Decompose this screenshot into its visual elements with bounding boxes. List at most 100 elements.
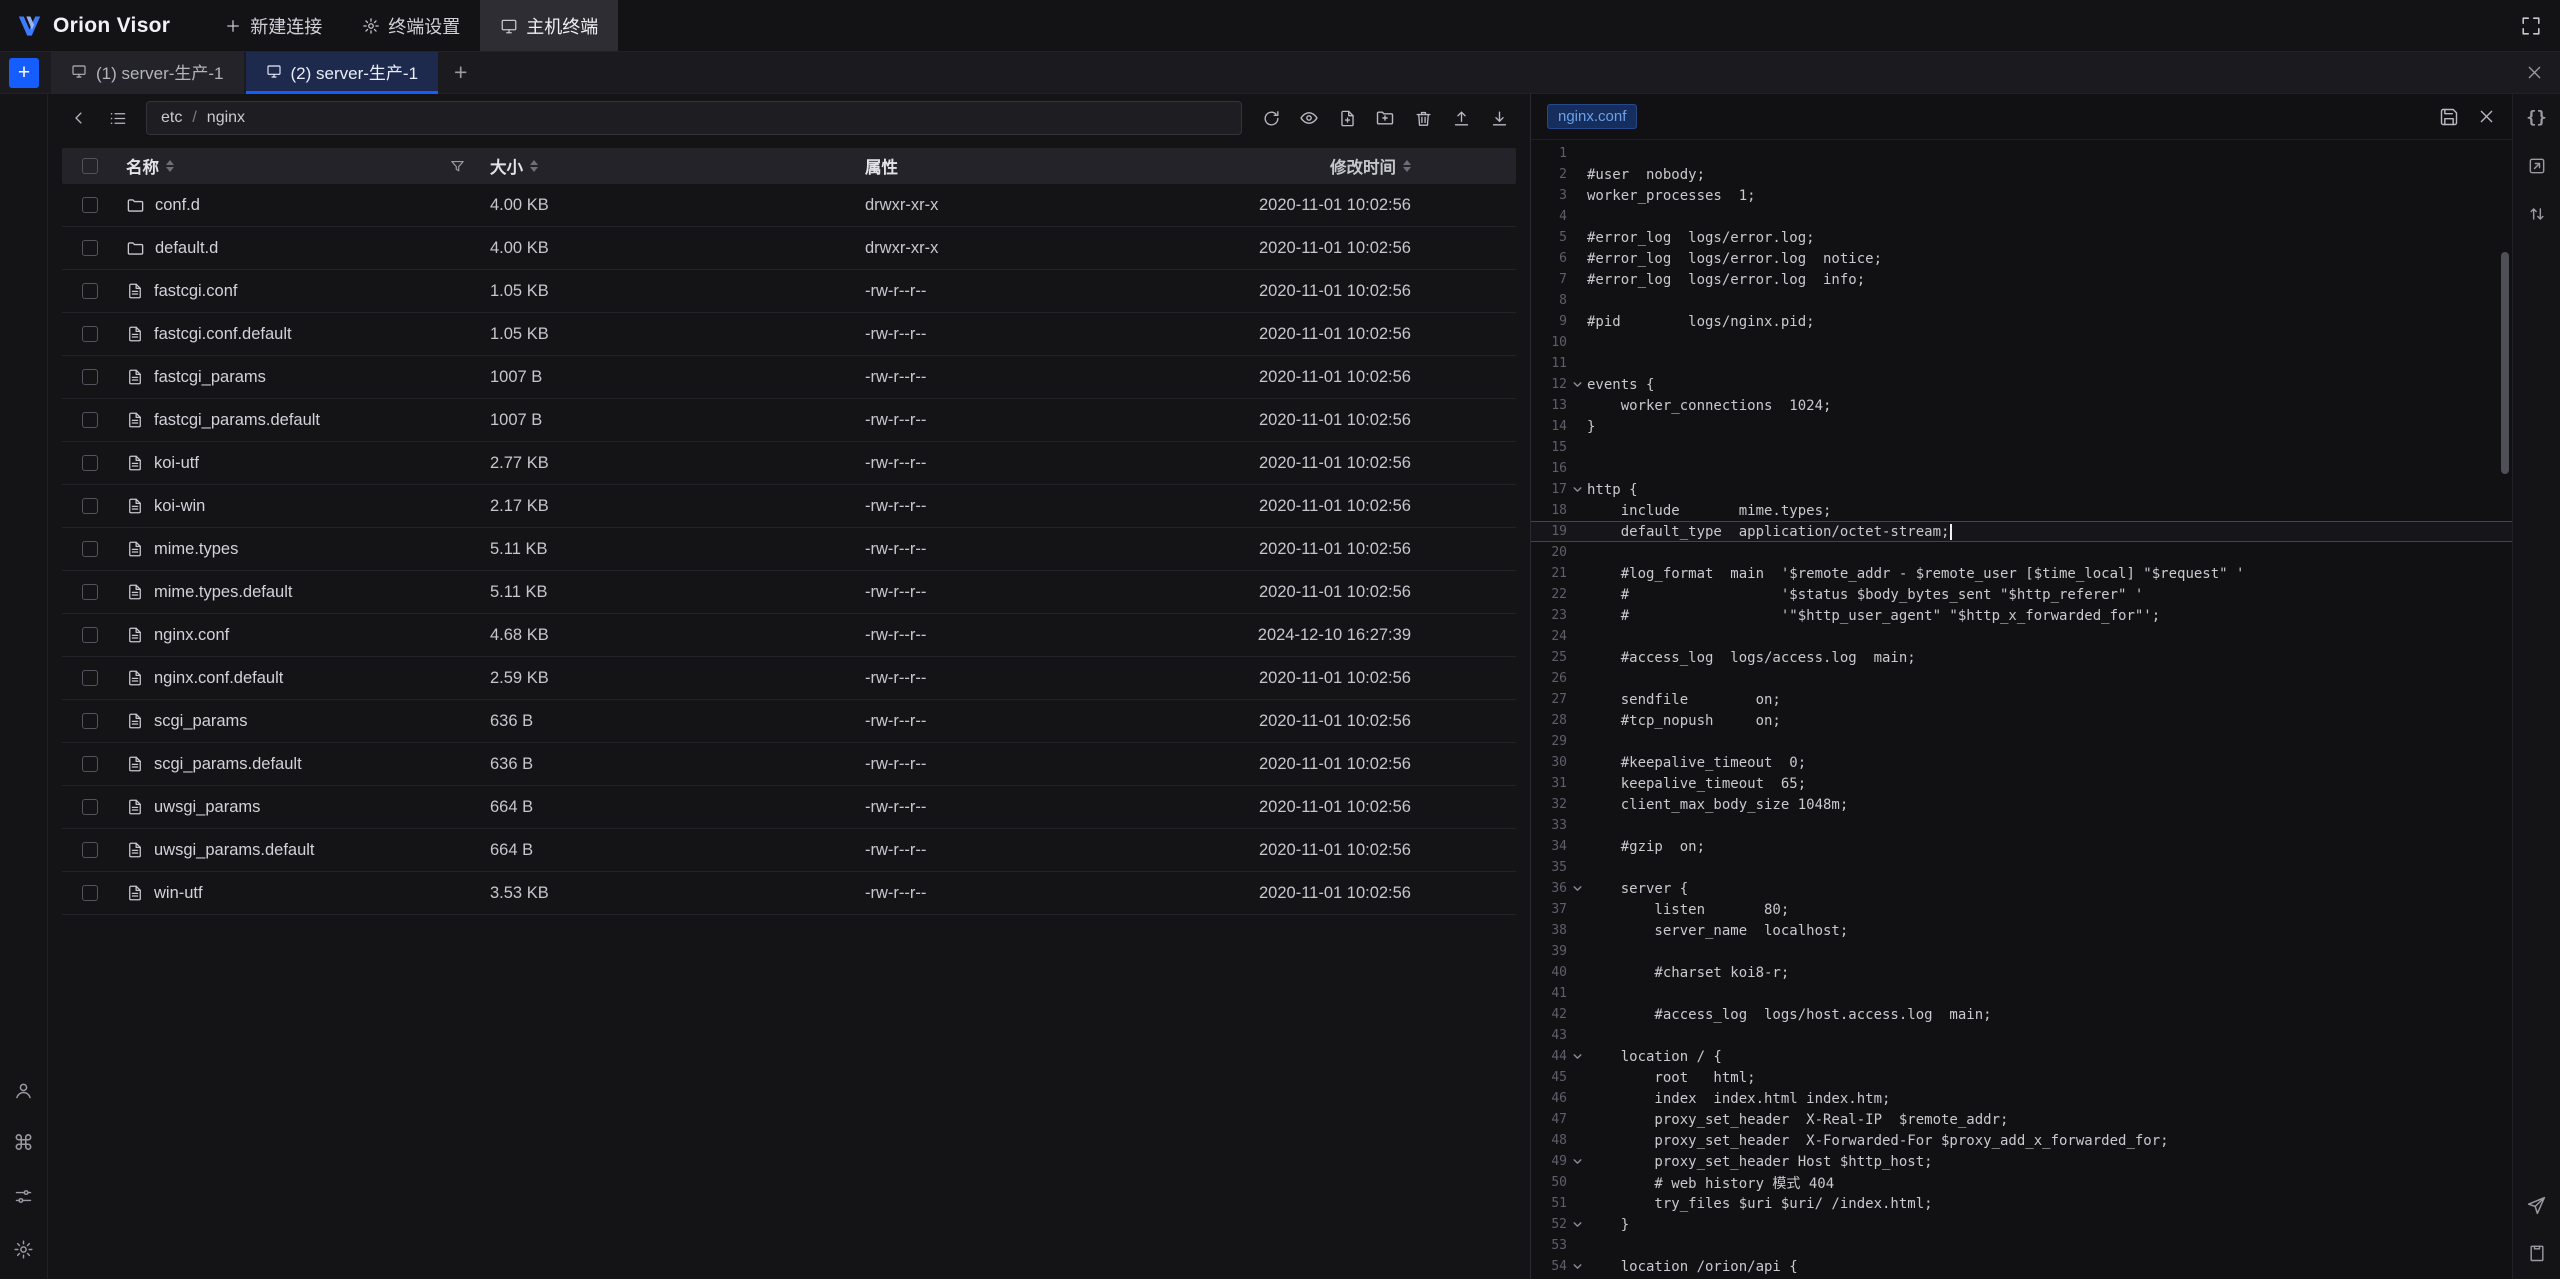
shortcut-keys-button[interactable]: ⌘ xyxy=(10,1129,38,1157)
code-line[interactable]: 1 xyxy=(1531,143,2512,164)
row-checkbox[interactable] xyxy=(82,885,98,901)
fold-chevron-icon[interactable] xyxy=(1567,484,1587,495)
code-line[interactable]: 31 keepalive_timeout 65; xyxy=(1531,773,2512,794)
row-checkbox[interactable] xyxy=(82,498,98,514)
table-row[interactable]: koi-utf2.77 KB-rw-r--r--2020-11-01 10:02… xyxy=(62,442,1516,485)
menu-terminal-settings[interactable]: 终端设置 xyxy=(342,0,480,51)
code-line[interactable]: 12events { xyxy=(1531,374,2512,395)
row-checkbox[interactable] xyxy=(82,240,98,256)
editor-scrollbar[interactable] xyxy=(2501,252,2509,474)
fold-chevron-icon[interactable] xyxy=(1567,1219,1587,1230)
column-header-size[interactable]: 大小 xyxy=(490,154,523,178)
sort-icon[interactable] xyxy=(530,160,538,172)
add-tab-button[interactable]: + xyxy=(440,59,481,86)
code-line[interactable]: 40 #charset koi8-r; xyxy=(1531,962,2512,983)
code-line[interactable]: 32 client_max_body_size 1048m; xyxy=(1531,794,2512,815)
table-row[interactable]: fastcgi_params.default1007 B-rw-r--r--20… xyxy=(62,399,1516,442)
file-name[interactable]: scgi_params.default xyxy=(154,755,302,774)
code-line[interactable]: 22 # '$status $body_bytes_sent "$http_re… xyxy=(1531,584,2512,605)
delete-button[interactable] xyxy=(1406,101,1440,135)
code-line[interactable]: 54 location /orion/api { xyxy=(1531,1256,2512,1277)
tab-server-1[interactable]: (1) server-生产-1 xyxy=(51,52,244,94)
code-line[interactable]: 44 location / { xyxy=(1531,1046,2512,1067)
code-line[interactable]: 39 xyxy=(1531,941,2512,962)
row-checkbox[interactable] xyxy=(82,326,98,342)
back-button[interactable] xyxy=(62,101,96,135)
show-hidden-button[interactable] xyxy=(1292,101,1326,135)
code-line[interactable]: 2#user nobody; xyxy=(1531,164,2512,185)
table-row[interactable]: default.d4.00 KBdrwxr-xr-x2020-11-01 10:… xyxy=(62,227,1516,270)
column-header-mtime[interactable]: 修改时间 xyxy=(1330,154,1396,178)
code-line[interactable]: 28 #tcp_nopush on; xyxy=(1531,710,2512,731)
file-name[interactable]: conf.d xyxy=(155,196,200,215)
code-line[interactable]: 5#error_log logs/error.log; xyxy=(1531,227,2512,248)
new-connection-button[interactable]: + xyxy=(9,58,39,88)
row-checkbox[interactable] xyxy=(82,283,98,299)
code-line[interactable]: 15 xyxy=(1531,437,2512,458)
code-line[interactable]: 27 sendfile on; xyxy=(1531,689,2512,710)
table-row[interactable]: fastcgi.conf1.05 KB-rw-r--r--2020-11-01 … xyxy=(62,270,1516,313)
code-line[interactable]: 14} xyxy=(1531,416,2512,437)
user-button[interactable] xyxy=(10,1076,38,1104)
file-name[interactable]: mime.types xyxy=(154,540,238,559)
code-line[interactable]: 35 xyxy=(1531,857,2512,878)
row-checkbox[interactable] xyxy=(82,842,98,858)
table-row[interactable]: mime.types.default5.11 KB-rw-r--r--2020-… xyxy=(62,571,1516,614)
file-name[interactable]: scgi_params xyxy=(154,712,248,731)
snippets-button[interactable]: {} xyxy=(2523,104,2551,132)
upload-button[interactable] xyxy=(1444,101,1478,135)
breadcrumb-segment[interactable]: etc xyxy=(161,109,182,127)
tabbar-close-button[interactable] xyxy=(2509,63,2560,82)
new-folder-button[interactable] xyxy=(1368,101,1402,135)
code-line[interactable]: 26 xyxy=(1531,668,2512,689)
code-line[interactable]: 43 xyxy=(1531,1025,2512,1046)
file-name[interactable]: nginx.conf xyxy=(154,626,229,645)
file-name[interactable]: koi-utf xyxy=(154,454,199,473)
menu-host-terminal[interactable]: 主机终端 xyxy=(480,0,618,51)
table-row[interactable]: uwsgi_params664 B-rw-r--r--2020-11-01 10… xyxy=(62,786,1516,829)
menu-new-connection[interactable]: 新建连接 xyxy=(204,0,342,51)
expand-panel-button[interactable] xyxy=(2523,152,2551,180)
preferences-button[interactable] xyxy=(10,1182,38,1210)
code-line[interactable]: 4 xyxy=(1531,206,2512,227)
send-command-button[interactable] xyxy=(2523,1191,2551,1219)
editor-close-button[interactable] xyxy=(2477,107,2496,126)
breadcrumb-segment[interactable]: nginx xyxy=(207,109,245,127)
row-checkbox[interactable] xyxy=(82,369,98,385)
code-line[interactable]: 46 index index.html index.htm; xyxy=(1531,1088,2512,1109)
row-checkbox[interactable] xyxy=(82,584,98,600)
file-name[interactable]: fastcgi_params.default xyxy=(154,411,320,430)
code-line[interactable]: 6#error_log logs/error.log notice; xyxy=(1531,248,2512,269)
table-row[interactable]: fastcgi_params1007 B-rw-r--r--2020-11-01… xyxy=(62,356,1516,399)
list-view-button[interactable] xyxy=(100,101,134,135)
table-row[interactable]: mime.types5.11 KB-rw-r--r--2020-11-01 10… xyxy=(62,528,1516,571)
code-line[interactable]: 42 #access_log logs/host.access.log main… xyxy=(1531,1004,2512,1025)
file-name[interactable]: uwsgi_params.default xyxy=(154,841,315,860)
code-line[interactable]: 8 xyxy=(1531,290,2512,311)
sort-icon[interactable] xyxy=(166,160,174,172)
table-row[interactable]: win-utf3.53 KB-rw-r--r--2020-11-01 10:02… xyxy=(62,872,1516,915)
code-line[interactable]: 21 #log_format main '$remote_addr - $rem… xyxy=(1531,563,2512,584)
row-checkbox[interactable] xyxy=(82,197,98,213)
code-line[interactable]: 24 xyxy=(1531,626,2512,647)
fold-chevron-icon[interactable] xyxy=(1567,1261,1587,1272)
code-line[interactable]: 48 proxy_set_header X-Forwarded-For $pro… xyxy=(1531,1130,2512,1151)
code-line[interactable]: 47 proxy_set_header X-Real-IP $remote_ad… xyxy=(1531,1109,2512,1130)
code-line[interactable]: 53 xyxy=(1531,1235,2512,1256)
fullscreen-icon[interactable] xyxy=(2520,15,2542,37)
fold-chevron-icon[interactable] xyxy=(1567,1156,1587,1167)
code-line[interactable]: 33 xyxy=(1531,815,2512,836)
file-name[interactable]: fastcgi_params xyxy=(154,368,266,387)
file-name[interactable]: uwsgi_params xyxy=(154,798,260,817)
save-button[interactable] xyxy=(2439,107,2459,127)
code-line[interactable]: 41 xyxy=(1531,983,2512,1004)
fold-chevron-icon[interactable] xyxy=(1567,1051,1587,1062)
code-line[interactable]: 3worker_processes 1; xyxy=(1531,185,2512,206)
breadcrumb[interactable]: etc / nginx xyxy=(146,101,1242,135)
code-line[interactable]: 20 xyxy=(1531,542,2512,563)
clipboard-button[interactable] xyxy=(2523,1239,2551,1267)
row-checkbox[interactable] xyxy=(82,412,98,428)
code-line[interactable]: 30 #keepalive_timeout 0; xyxy=(1531,752,2512,773)
file-name[interactable]: win-utf xyxy=(154,884,203,903)
file-name[interactable]: fastcgi.conf xyxy=(154,282,237,301)
